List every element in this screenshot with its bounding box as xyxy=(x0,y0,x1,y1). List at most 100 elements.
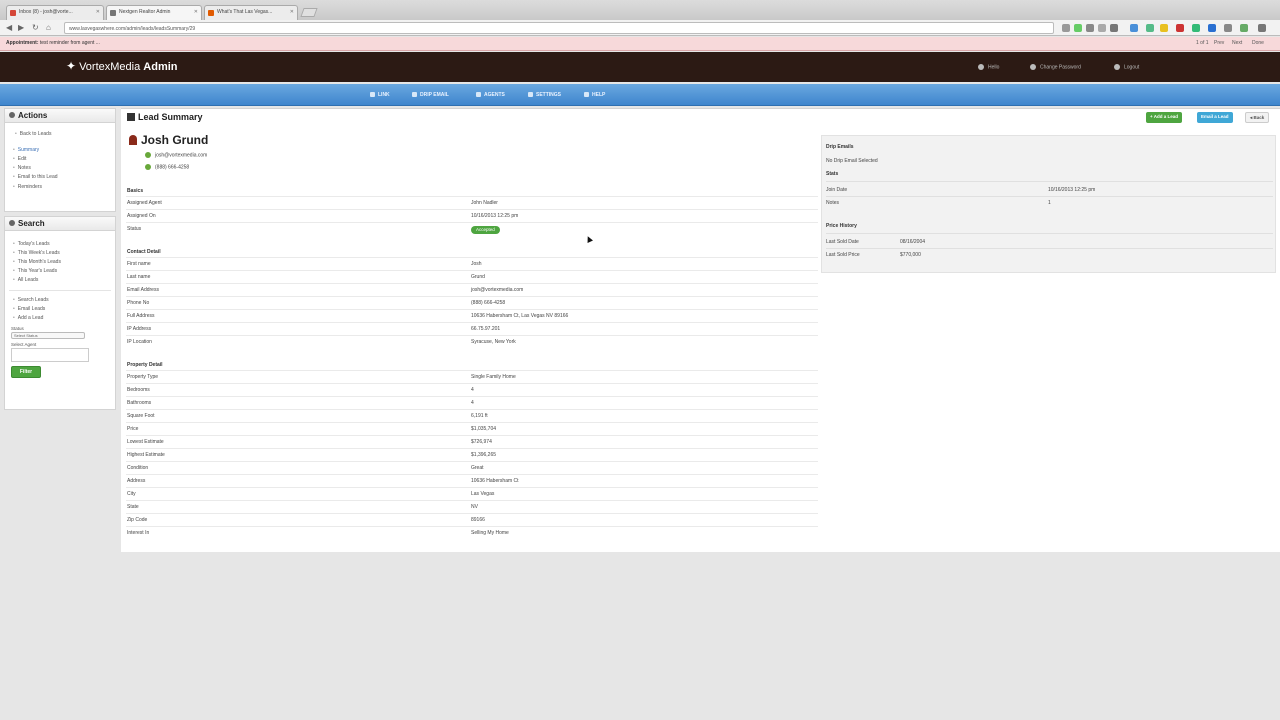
page-title: Lead Summary xyxy=(127,112,203,122)
table-row: Last name Grund xyxy=(126,270,818,283)
price-history-heading: Price History xyxy=(826,223,857,229)
hello-link[interactable]: Hello xyxy=(978,64,999,70)
row-key: Address xyxy=(127,478,146,484)
brand-suffix: Admin xyxy=(143,61,178,73)
menu-label: HELP xyxy=(592,92,606,98)
page-title-text: Lead Summary xyxy=(138,112,203,122)
extension-icon[interactable] xyxy=(1192,24,1200,32)
reload-icon[interactable]: ↻ xyxy=(32,23,39,32)
menu-settings[interactable]: SETTINGS xyxy=(528,92,561,98)
section-heading: Property Detail xyxy=(127,362,163,368)
sidebar-item-month-leads[interactable]: This Month's Leads xyxy=(5,257,115,266)
sidebar-item-week-leads[interactable]: This Week's Leads xyxy=(5,248,115,257)
brand-name: VortexMedia xyxy=(79,61,141,73)
row-key: Interest In xyxy=(127,530,150,536)
table-row: Assigned On 10/16/2013 12:25 pm xyxy=(126,209,818,222)
lead-summary-panel: Lead Summary + Add a Lead Email a Lead ◂… xyxy=(121,108,1280,552)
extension-icon[interactable] xyxy=(1224,24,1232,32)
find-next-button[interactable]: Next xyxy=(1232,40,1242,46)
extension-icon[interactable] xyxy=(1098,24,1106,32)
check-icon xyxy=(370,92,375,98)
table-row: Email Address josh@vortexmedia.com xyxy=(126,283,818,296)
basics-table: Basics Assigned Agent John Nadler Assigne… xyxy=(126,185,818,235)
row-value: 6,191 ft xyxy=(471,413,488,419)
email-lead-button[interactable]: Email a Lead xyxy=(1197,112,1233,123)
back-to-leads-link[interactable]: Back to Leads xyxy=(5,129,115,138)
logout-link[interactable]: Logout xyxy=(1114,64,1139,70)
agent-field[interactable] xyxy=(11,347,89,362)
back-icon[interactable]: ◀ xyxy=(6,23,12,32)
sidebar-item-reminders[interactable]: Reminders xyxy=(5,182,115,191)
browser-tab[interactable]: Inbox (8) - josh@vorte... ✕ xyxy=(6,5,104,20)
status-select[interactable]: Select Status xyxy=(11,331,85,339)
phone-icon xyxy=(145,164,151,170)
brand-logo[interactable]: ✦ VortexMedia Admin xyxy=(66,59,178,73)
search-heading: Search xyxy=(5,217,115,231)
back-button[interactable]: ◂ Back xyxy=(1245,112,1270,123)
row-value: Syracuse, New York xyxy=(471,339,516,345)
browser-tab[interactable]: What's That Las Vegas... ✕ xyxy=(204,5,298,20)
extension-icon[interactable] xyxy=(1208,24,1216,32)
price-value: 08/16/2004 xyxy=(900,239,926,245)
close-icon[interactable]: ✕ xyxy=(290,9,294,15)
menu-agents[interactable]: AGENTS xyxy=(476,92,505,98)
extension-icon[interactable] xyxy=(1240,24,1248,32)
home-icon[interactable]: ⌂ xyxy=(46,23,51,32)
table-row: IP Address 66.75.97.201 xyxy=(126,322,818,335)
row-key: Property Type xyxy=(127,374,159,380)
menu-link[interactable]: LINK xyxy=(370,92,390,98)
user-icon xyxy=(978,64,984,70)
find-done-button[interactable]: Done xyxy=(1252,40,1264,46)
sidebar-item-add-lead[interactable]: Add a Lead xyxy=(5,313,115,322)
extension-icon[interactable] xyxy=(1146,24,1154,32)
extension-icon[interactable] xyxy=(1130,24,1138,32)
drip-emails-text: No Drip Email Selected xyxy=(826,158,878,164)
row-value: 10636 Habersham Ct xyxy=(471,478,519,484)
menu-label: DRIP EMAIL xyxy=(420,92,449,98)
sidebar-item-email-lead[interactable]: Email to this Lead xyxy=(5,173,115,182)
lead-name-text: Josh Grund xyxy=(141,133,209,147)
search-title: Search xyxy=(18,219,45,228)
divider xyxy=(826,181,1273,182)
browser-tab-active[interactable]: Nextgen Realtor Admin ✕ xyxy=(106,5,202,20)
find-bar-query[interactable]: test reminder from agent ... xyxy=(40,40,100,46)
sidebar-item-today-leads[interactable]: Today's Leads xyxy=(5,239,115,248)
extension-icon[interactable] xyxy=(1160,24,1168,32)
price-key: Last Sold Date xyxy=(826,239,859,245)
price-value: $770,000 xyxy=(900,252,921,258)
menu-drip-email[interactable]: DRIP EMAIL xyxy=(412,92,449,98)
lead-email[interactable]: josh@vortexmedia.com xyxy=(145,152,207,158)
row-value: Las Vegas xyxy=(471,491,495,497)
sidebar-item-notes[interactable]: Notes xyxy=(5,164,115,173)
filter-button[interactable]: Filter xyxy=(11,365,41,378)
row-key: Status xyxy=(127,226,142,232)
divider xyxy=(826,196,1273,197)
url-field[interactable]: www.lasvegaswhere.com/admin/leads/leadsS… xyxy=(64,22,1054,34)
extension-icon[interactable] xyxy=(1110,24,1118,32)
table-row: IP Location Syracuse, New York xyxy=(126,335,818,348)
sidebar-item-summary[interactable]: Summary xyxy=(5,145,115,154)
sidebar-item-email-leads[interactable]: Email Leads xyxy=(5,304,115,313)
extension-icon[interactable] xyxy=(1086,24,1094,32)
table-row: Status Accepted xyxy=(126,222,818,235)
sidebar-item-edit[interactable]: Edit xyxy=(5,154,115,163)
table-row: Zip Code 89166 xyxy=(126,513,818,526)
extension-icon[interactable] xyxy=(1176,24,1184,32)
menu-help[interactable]: HELP xyxy=(584,92,605,98)
find-prev-button[interactable]: Prev xyxy=(1214,40,1224,46)
add-lead-button[interactable]: + Add a Lead xyxy=(1146,112,1182,123)
sidebar-item-all-leads[interactable]: All Leads xyxy=(5,276,115,285)
close-icon[interactable]: ✕ xyxy=(96,9,100,15)
sidebar-item-year-leads[interactable]: This Year's Leads xyxy=(5,267,115,276)
stat-value: 10/16/2013 12:25 pm xyxy=(1048,187,1096,193)
extension-icon[interactable] xyxy=(1062,24,1070,32)
extension-icon[interactable] xyxy=(1074,24,1082,32)
new-tab-button[interactable] xyxy=(300,8,318,17)
row-key: City xyxy=(127,491,136,497)
table-row: Bathrooms 4 xyxy=(126,396,818,409)
sidebar-item-search-leads[interactable]: Search Leads xyxy=(5,295,115,304)
change-password-link[interactable]: Change Password xyxy=(1030,64,1081,70)
menu-icon[interactable] xyxy=(1258,24,1266,32)
close-icon[interactable]: ✕ xyxy=(194,9,198,15)
forward-icon[interactable]: ▶ xyxy=(18,23,24,32)
